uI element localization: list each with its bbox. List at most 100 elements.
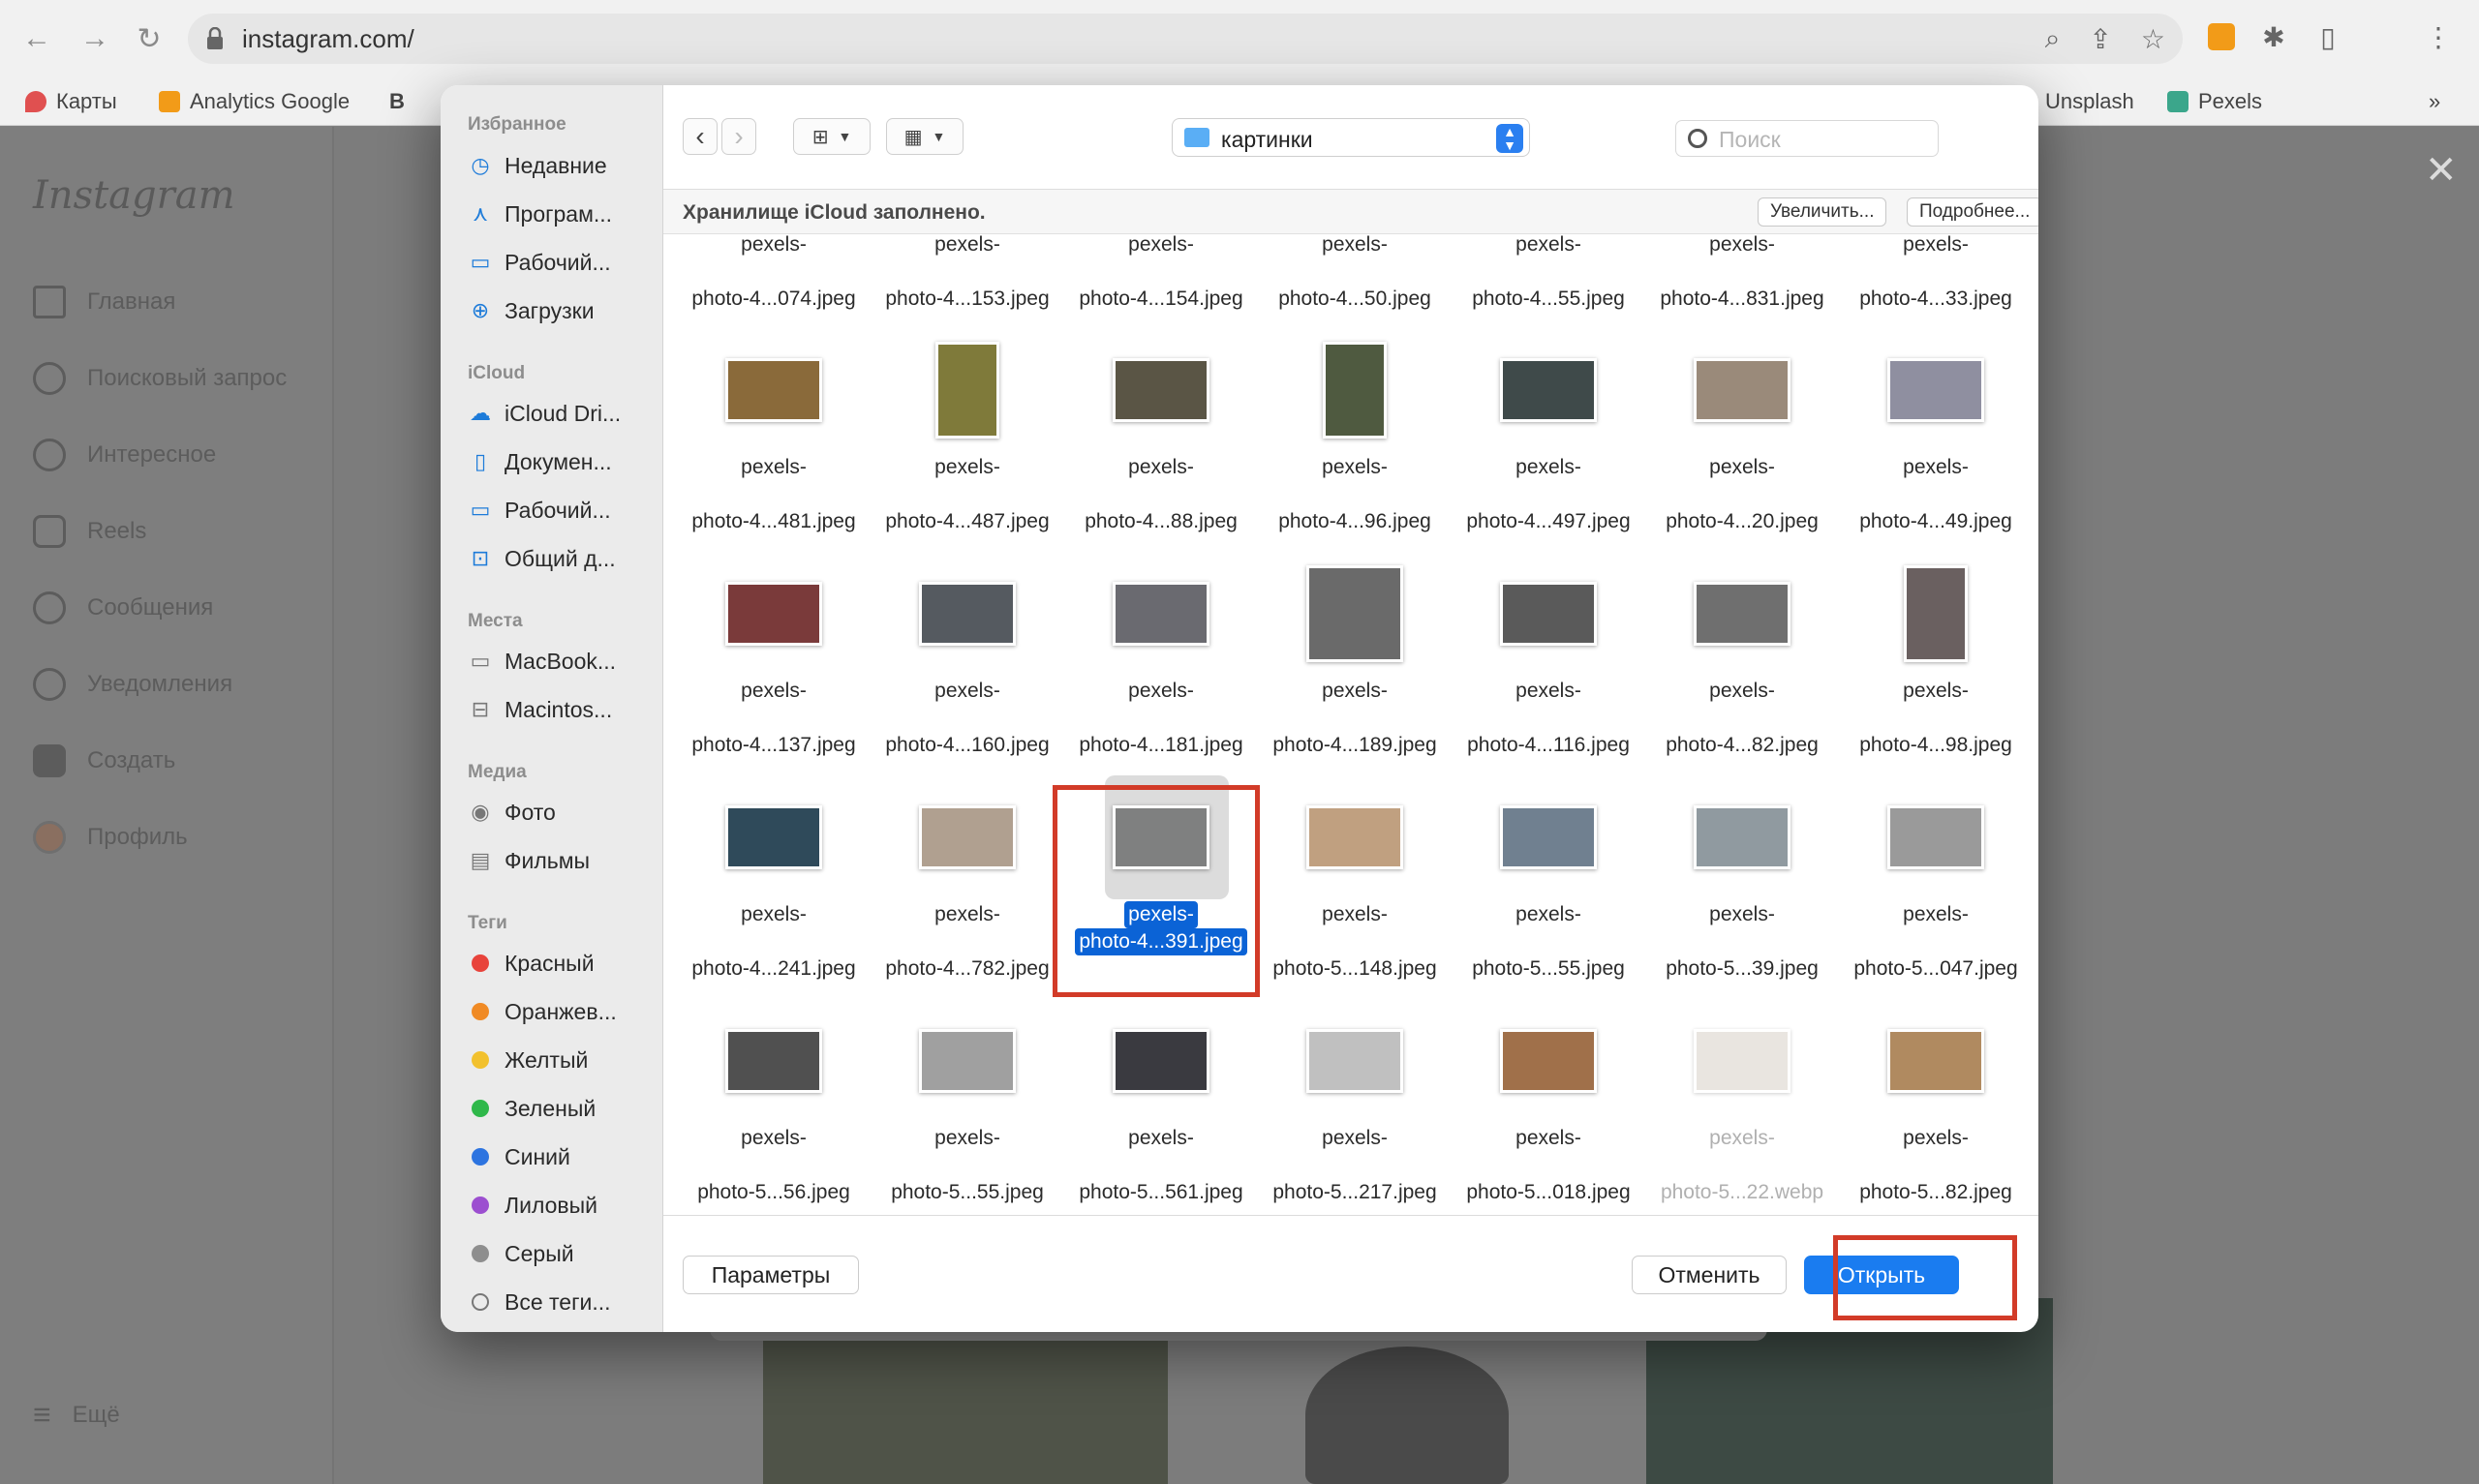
sidebar-item-desktop[interactable]: ▭ Рабочий... [468, 245, 611, 280]
file-item[interactable]: pexels-photo-5...047.jpeg [1839, 760, 2033, 983]
file-thumbnail [1113, 358, 1209, 422]
file-item[interactable]: pexels-photo-4...82.jpeg [1645, 536, 1839, 759]
bookmarks-overflow[interactable]: » [2429, 83, 2440, 120]
file-item[interactable]: pexels-photo-5...56.jpeg [677, 984, 871, 1206]
bookmark-behance[interactable]: B [389, 83, 405, 120]
section-favorites: Избранное [468, 114, 566, 135]
bookmark-maps[interactable]: Карты [25, 83, 117, 120]
reload-icon[interactable]: ↻ [130, 19, 168, 58]
view-mode-button[interactable]: ⊞ ▼ [793, 118, 871, 155]
sidebar-item-macintosh-hd[interactable]: ⊟ Macintos... [468, 692, 612, 727]
file-item[interactable]: pexels-photo-4...50.jpeg [1258, 235, 1452, 313]
file-item[interactable]: pexels-photo-4...189.jpeg [1258, 536, 1452, 759]
sidebar-tag-purple[interactable]: Лиловый [468, 1188, 597, 1223]
sidebar-item-icloud-drive[interactable]: ☁ iCloud Dri... [468, 396, 621, 431]
clock-icon: ◷ [471, 153, 490, 177]
file-item[interactable]: pexels-photo-4...96.jpeg [1258, 313, 1452, 535]
share-icon[interactable]: ⇪ [2089, 23, 2111, 55]
file-item[interactable]: pexels-photo-4...153.jpeg [871, 235, 1064, 313]
file-item[interactable]: pexels-photo-4...074.jpeg [677, 235, 871, 313]
puzzle-icon[interactable]: ✱ [2256, 19, 2291, 54]
file-item[interactable]: pexels-photo-4...831.jpeg [1645, 235, 1839, 313]
bookmark-analytics[interactable]: Analytics Google [159, 83, 350, 120]
ig-nav-reels[interactable]: Reels [33, 515, 146, 548]
sidebar-item-documents[interactable]: ▯ Докумен... [468, 444, 612, 479]
forward-arrow-icon[interactable]: → [76, 19, 114, 58]
pexels-icon [2167, 91, 2188, 112]
folder-path-popup[interactable]: картинки ▲ ▼ [1172, 118, 1530, 157]
file-item[interactable]: pexels-photo-5...018.jpeg [1452, 984, 1645, 1206]
address-bar[interactable]: instagram.com/ ⌕ ⇪ ☆ [188, 14, 2183, 64]
file-item[interactable]: pexels-photo-4...481.jpeg [677, 313, 871, 535]
sidebar-tag-yellow[interactable]: Желтый [468, 1043, 588, 1077]
file-item[interactable]: pexels-photo-4...782.jpeg [871, 760, 1064, 983]
ig-nav-home[interactable]: Главная [33, 286, 175, 318]
file-item[interactable]: pexels-photo-4...98.jpeg [1839, 536, 2033, 759]
sidebar-tag-orange[interactable]: Оранжев... [468, 994, 617, 1029]
group-button[interactable]: ▦ ▼ [886, 118, 964, 155]
file-item[interactable]: pexels-photo-4...55.jpeg [1452, 235, 1645, 313]
file-name-line: pexels- [741, 235, 807, 256]
ig-nav-create[interactable]: Создать [33, 744, 175, 777]
file-item[interactable]: pexels-photo-4...154.jpeg [1064, 235, 1258, 313]
ig-nav-notifications[interactable]: Уведомления [33, 668, 232, 701]
sidebar-item-macbook[interactable]: ▭ MacBook... [468, 644, 616, 679]
back-button[interactable]: ‹ [683, 118, 718, 155]
forward-button[interactable]: › [721, 118, 756, 155]
file-name-line: photo-4...782.jpeg [885, 957, 1050, 980]
file-item[interactable]: pexels-photo-5...217.jpeg [1258, 984, 1452, 1206]
sidebar-tag-blue[interactable]: Синий [468, 1139, 570, 1174]
file-item[interactable]: pexels-photo-4...137.jpeg [677, 536, 871, 759]
file-item[interactable]: pexels-photo-4...181.jpeg [1064, 536, 1258, 759]
sidebar-all-tags[interactable]: Все теги... [468, 1285, 611, 1319]
extension-analytics-icon[interactable] [2204, 19, 2239, 54]
file-item[interactable]: pexels-photo-5...82.jpeg [1839, 984, 2033, 1206]
ig-nav-search[interactable]: Поисковый запрос [33, 362, 287, 395]
bookmark-pexels[interactable]: Pexels [2167, 83, 2262, 120]
options-button[interactable]: Параметры [683, 1256, 859, 1294]
file-item[interactable]: pexels-photo-5...148.jpeg [1258, 760, 1452, 983]
file-item[interactable]: pexels-photo-4...88.jpeg [1064, 313, 1258, 535]
back-arrow-icon[interactable]: ← [17, 19, 56, 58]
zoom-icon[interactable]: ⌕ [2045, 23, 2061, 55]
file-item[interactable]: pexels-photo-4...487.jpeg [871, 313, 1064, 535]
sidebar-item-recents[interactable]: ◷ Недавние [468, 148, 606, 183]
sidebar-item-shared[interactable]: ⊡ Общий д... [468, 541, 616, 576]
sidebar-item-photos[interactable]: ◉ Фото [468, 795, 555, 830]
section-icloud: iCloud [468, 363, 526, 383]
sidebar-item-movies[interactable]: ▤ Фильмы [468, 843, 591, 878]
sidebar-tag-green[interactable]: Зеленый [468, 1091, 596, 1126]
search-input[interactable] [1719, 127, 1922, 152]
sidebar-item-downloads[interactable]: ⊕ Загрузки [468, 293, 595, 328]
side-panel-icon[interactable]: ▯ [2311, 19, 2345, 54]
kebab-menu-icon[interactable]: ⋮ [2421, 19, 2456, 54]
ig-nav-profile[interactable]: Профиль [33, 821, 188, 854]
ig-nav-explore[interactable]: Интересное [33, 439, 216, 471]
file-item[interactable]: pexels-photo-4...241.jpeg [677, 760, 871, 983]
sidebar-tag-red[interactable]: Красный [468, 946, 595, 981]
file-item[interactable]: pexels-photo-4...497.jpeg [1452, 313, 1645, 535]
file-item[interactable]: pexels-photo-5...39.jpeg [1645, 760, 1839, 983]
file-item[interactable]: pexels-photo-4...116.jpeg [1452, 536, 1645, 759]
search-field[interactable] [1675, 120, 1939, 157]
file-item[interactable]: pexels-photo-4...49.jpeg [1839, 313, 2033, 535]
ig-nav-more[interactable]: ≡ Ещё [33, 1397, 120, 1433]
more-info-button[interactable]: Подробнее... [1907, 197, 2038, 227]
file-item[interactable]: pexels-photo-4...160.jpeg [871, 536, 1064, 759]
file-item[interactable]: pexels-photo-5...55.jpeg [1452, 760, 1645, 983]
file-item[interactable]: pexels-photo-5...55.jpeg [871, 984, 1064, 1206]
sidebar-item-applications[interactable]: ⋏ Програм... [468, 197, 612, 231]
star-icon[interactable]: ☆ [2141, 23, 2165, 55]
sidebar-tag-gray[interactable]: Серый [468, 1236, 574, 1271]
file-name-line: photo-4...33.jpeg [1859, 288, 2012, 310]
upgrade-storage-button[interactable]: Увеличить... [1758, 197, 1887, 227]
file-item[interactable]: pexels-photo-4...20.jpeg [1645, 313, 1839, 535]
ig-nav-messages[interactable]: Сообщения [33, 591, 213, 624]
file-item[interactable]: pexels-photo-4...33.jpeg [1839, 235, 2033, 313]
cancel-button[interactable]: Отменить [1632, 1256, 1787, 1294]
file-item[interactable]: pexels-photo-5...22.webp [1645, 984, 1839, 1206]
file-item[interactable]: pexels-photo-5...561.jpeg [1064, 984, 1258, 1206]
sidebar-item-icloud-desktop[interactable]: ▭ Рабочий... [468, 493, 611, 528]
file-name-line: photo-4...137.jpeg [691, 734, 856, 756]
close-icon[interactable]: ✕ [2425, 148, 2458, 193]
